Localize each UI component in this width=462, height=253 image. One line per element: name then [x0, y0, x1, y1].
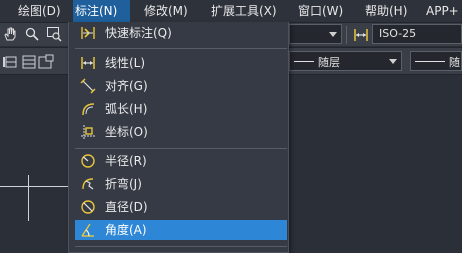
menu-dimension[interactable]: 标注(N) [73, 0, 130, 22]
menu-separator [75, 48, 287, 49]
layer-icon[interactable] [2, 54, 18, 70]
menu-item-label: 线性(L) [105, 56, 146, 70]
pan-hand-icon[interactable] [2, 26, 18, 42]
menu-item-label: 弧长(H) [105, 102, 148, 116]
menu-item-label: 角度(A) [105, 223, 147, 237]
menu-item-label: 直径(D) [105, 200, 148, 214]
menu-item-linear[interactable]: 线性(L) [75, 53, 287, 73]
linear-dimension-icon [81, 57, 95, 69]
layer-states-icon[interactable] [22, 54, 38, 70]
menu-item-quick-dimension[interactable]: 快速标注(Q) [75, 23, 287, 43]
menu-help[interactable]: 帮助(H) [363, 0, 409, 22]
color-layer-dropdown[interactable]: 随层 [289, 51, 402, 71]
layer-properties-icon[interactable] [38, 54, 54, 70]
menu-draw[interactable]: 绘图(D) [16, 0, 63, 22]
linetype-sample [415, 61, 445, 62]
menu-bar: 绘图(D) 标注(N) 修改(M) 扩展工具(X) 窗口(W) 帮助(H) AP… [0, 0, 462, 22]
dimension-style-value: ISO-25 [379, 27, 417, 40]
crosshair-horizontal [0, 186, 68, 187]
menu-item-diameter[interactable]: 直径(D) [75, 197, 287, 217]
menu-window[interactable]: 窗口(W) [296, 0, 345, 22]
menu-item-label: 对齐(G) [105, 79, 148, 93]
menu-item-jogged[interactable]: 折弯(J) [75, 174, 287, 194]
menu-item-label: 快速标注(Q) [105, 26, 172, 40]
linetype-dropdown[interactable]: 随 [410, 51, 462, 71]
ordinate-dimension-icon [81, 125, 95, 139]
zoom-window-icon[interactable] [46, 26, 62, 42]
text-style-dropdown[interactable] [289, 24, 342, 44]
aligned-dimension-icon [80, 78, 96, 94]
dimension-style-icon[interactable] [353, 27, 369, 43]
menu-modify[interactable]: 修改(M) [142, 0, 190, 22]
chevron-down-icon [389, 59, 397, 64]
menu-extended-tools[interactable]: 扩展工具(X) [209, 0, 279, 22]
menu-item-ordinate[interactable]: 坐标(O) [75, 122, 287, 142]
menu-item-label: 坐标(O) [105, 125, 148, 139]
menu-item-angular[interactable]: 角度(A) [75, 220, 287, 240]
radius-dimension-icon [81, 154, 95, 168]
dimension-style-dropdown[interactable]: ISO-25 [372, 24, 462, 44]
linetype-value: 随 [449, 56, 460, 69]
arc-length-icon [82, 103, 95, 116]
menu-separator [75, 246, 287, 247]
chevron-down-icon [329, 32, 337, 37]
menu-item-radius[interactable]: 半径(R) [75, 151, 287, 171]
quick-dimension-icon [81, 27, 95, 39]
angular-dimension-icon [81, 223, 94, 237]
menu-item-label: 折弯(J) [105, 177, 142, 191]
menu-item-aligned[interactable]: 对齐(G) [75, 76, 287, 96]
dimension-menu: 快速标注(Q) 线性(L) 对齐(G) 弧长(H) 坐标(O) 半径(R) 折弯… [68, 22, 289, 253]
jogged-dimension-icon [82, 178, 94, 190]
toolbar-separator [346, 26, 347, 44]
diameter-dimension-icon [81, 200, 95, 214]
zoom-realtime-icon[interactable] [24, 26, 40, 42]
menu-item-label: 半径(R) [105, 154, 147, 168]
crosshair-vertical [28, 175, 29, 221]
menu-separator [75, 148, 287, 149]
menu-app-plus[interactable]: APP+ [424, 0, 461, 22]
layer-color-value: 随层 [318, 56, 340, 69]
line-sample [294, 61, 314, 62]
menu-item-arc-length[interactable]: 弧长(H) [75, 99, 287, 119]
